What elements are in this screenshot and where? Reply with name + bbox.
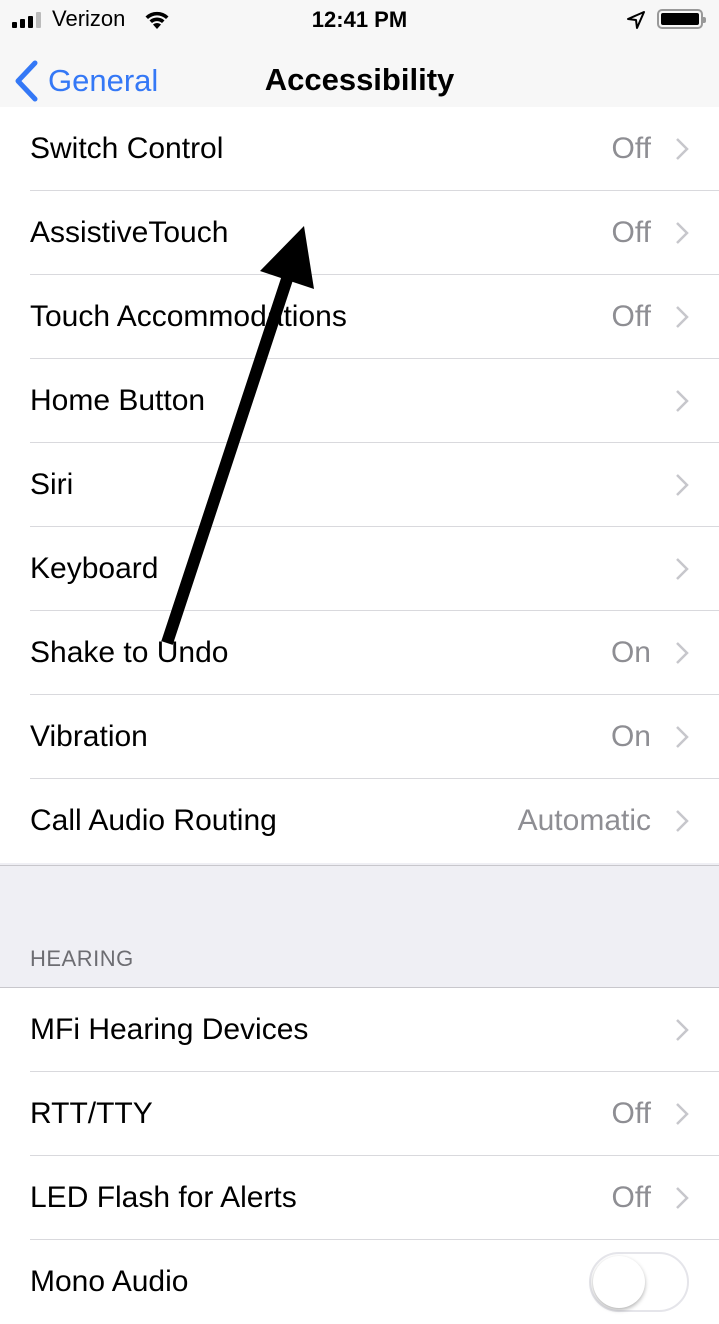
row-label: Keyboard	[30, 552, 159, 585]
row-label: Home Button	[30, 384, 206, 417]
chevron-right-icon	[676, 390, 689, 412]
clock: 12:41 PM	[311, 7, 408, 32]
row-value: Off	[611, 216, 651, 249]
divider	[0, 865, 719, 866]
row-value: On	[610, 720, 651, 753]
section-header-hearing: HEARING	[30, 946, 134, 971]
row-assistivetouch[interactable]: AssistiveTouch Off	[0, 191, 719, 275]
chevron-right-icon	[676, 222, 689, 244]
status-bar: Verizon 12:41 PM	[0, 0, 719, 40]
location-services-icon	[627, 11, 645, 29]
row-mfi-hearing-devices[interactable]: MFi Hearing Devices	[0, 988, 719, 1072]
chevron-right-icon	[676, 306, 689, 328]
battery-icon	[657, 9, 706, 29]
mono-audio-toggle[interactable]	[589, 1252, 689, 1312]
hearing-settings-group: MFi Hearing Devices RTT/TTY Off LED Flas…	[0, 988, 719, 1324]
chevron-right-icon	[676, 642, 689, 664]
row-mono-audio[interactable]: Mono Audio	[0, 1240, 719, 1324]
row-label: AssistiveTouch	[30, 216, 229, 249]
row-keyboard[interactable]: Keyboard	[0, 527, 719, 611]
row-rtt-tty[interactable]: RTT/TTY Off	[0, 1072, 719, 1156]
row-value: Off	[611, 1181, 651, 1214]
interaction-settings-group: Switch Control Off AssistiveTouch Off To…	[0, 107, 719, 863]
row-home-button[interactable]: Home Button	[0, 359, 719, 443]
row-value: Off	[611, 300, 651, 333]
chevron-right-icon	[676, 810, 689, 832]
row-label: Touch Accommodations	[30, 300, 347, 333]
row-label: Switch Control	[30, 132, 224, 165]
row-led-flash-for-alerts[interactable]: LED Flash for Alerts Off	[0, 1156, 719, 1240]
row-siri[interactable]: Siri	[0, 443, 719, 527]
row-label: Siri	[30, 468, 74, 501]
row-shake-to-undo[interactable]: Shake to Undo On	[0, 611, 719, 695]
row-touch-accommodations[interactable]: Touch Accommodations Off	[0, 275, 719, 359]
row-label: Vibration	[30, 720, 148, 753]
row-label: MFi Hearing Devices	[30, 1013, 309, 1046]
row-label: Call Audio Routing	[30, 804, 277, 837]
chevron-right-icon	[676, 138, 689, 160]
row-value: Automatic	[517, 804, 651, 837]
chevron-right-icon	[676, 726, 689, 748]
chevron-right-icon	[676, 1187, 689, 1209]
row-value: On	[610, 636, 651, 669]
row-vibration[interactable]: Vibration On	[0, 695, 719, 779]
chevron-right-icon	[676, 558, 689, 580]
row-label: Shake to Undo	[30, 636, 229, 669]
row-label: Mono Audio	[30, 1265, 189, 1298]
page-title: Accessibility	[264, 62, 455, 97]
row-label: RTT/TTY	[30, 1097, 153, 1130]
row-value: Off	[611, 1097, 651, 1130]
chevron-right-icon	[676, 1103, 689, 1125]
chevron-right-icon	[676, 1019, 689, 1041]
row-call-audio-routing[interactable]: Call Audio Routing Automatic	[0, 779, 719, 863]
row-value: Off	[611, 132, 651, 165]
row-switch-control[interactable]: Switch Control Off	[0, 107, 719, 191]
row-label: LED Flash for Alerts	[30, 1181, 297, 1214]
chevron-right-icon	[676, 474, 689, 496]
